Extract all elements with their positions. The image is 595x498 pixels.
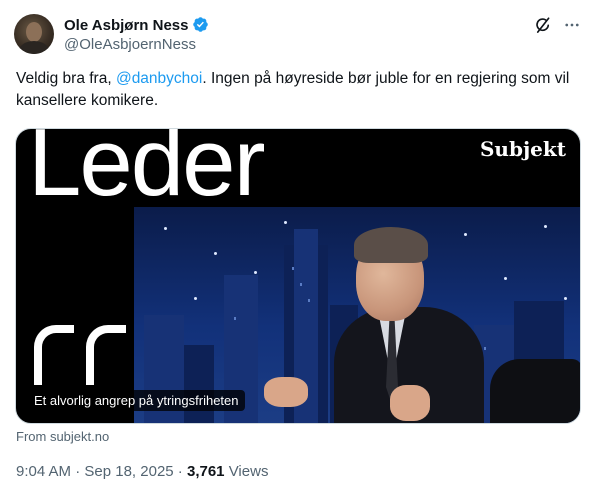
chair: [490, 359, 580, 423]
star: [194, 297, 197, 300]
star: [164, 227, 167, 230]
card-source[interactable]: From subjekt.no: [16, 429, 109, 444]
star: [464, 233, 467, 236]
tweet-date[interactable]: Sep 18, 2025: [84, 463, 173, 480]
tweet-header: Ole Asbjørn Ness @OleAsbjoernNess: [14, 12, 584, 56]
leder-graphic: Leder: [28, 128, 266, 216]
host-hand-left: [264, 377, 308, 407]
star: [214, 252, 217, 255]
meta-separator: ·: [71, 463, 85, 480]
views-count[interactable]: 3,761: [187, 463, 225, 480]
tweet-text-before: Veldig bra fra,: [16, 70, 116, 87]
quote-mark: [86, 325, 126, 385]
star: [284, 221, 287, 224]
verified-badge-icon: [193, 17, 209, 32]
host-hand-right: [390, 385, 430, 421]
window: [292, 267, 294, 270]
subjekt-logo: Subjekt: [479, 137, 566, 161]
building: [184, 345, 214, 423]
window: [234, 317, 236, 320]
window: [300, 283, 302, 286]
meta-separator: ·: [173, 463, 187, 480]
tweet-text: Veldig bra fra, @danbychoi. Ingen på høy…: [16, 68, 576, 112]
avatar-shirt: [19, 41, 49, 54]
link-card[interactable]: Leder Subjekt Et alvorlig angrep på ytri…: [15, 128, 581, 424]
views-label: Views: [224, 463, 269, 480]
window: [484, 347, 486, 350]
window: [308, 299, 310, 302]
author-handle[interactable]: @OleAsbjoernNess: [64, 36, 196, 53]
tweet-meta: 9:04 AM · Sep 18, 2025 · 3,761 Views: [16, 463, 268, 480]
star: [504, 277, 507, 280]
star: [254, 271, 257, 274]
card-caption: Et alvorlig angrep på ytringsfriheten: [28, 390, 245, 411]
avatar[interactable]: [14, 14, 54, 54]
star: [544, 225, 547, 228]
quote-mark: [34, 325, 74, 385]
star: [564, 297, 567, 300]
more-icon[interactable]: [562, 16, 582, 34]
tweet-time[interactable]: 9:04 AM: [16, 463, 71, 480]
avatar-face: [26, 22, 42, 42]
host-hair: [354, 227, 428, 263]
author-name[interactable]: Ole Asbjørn Ness: [64, 17, 188, 34]
grok-icon[interactable]: [534, 16, 552, 34]
mention-link[interactable]: @danbychoi: [116, 70, 202, 87]
author-name-row[interactable]: Ole Asbjørn Ness: [64, 16, 209, 34]
